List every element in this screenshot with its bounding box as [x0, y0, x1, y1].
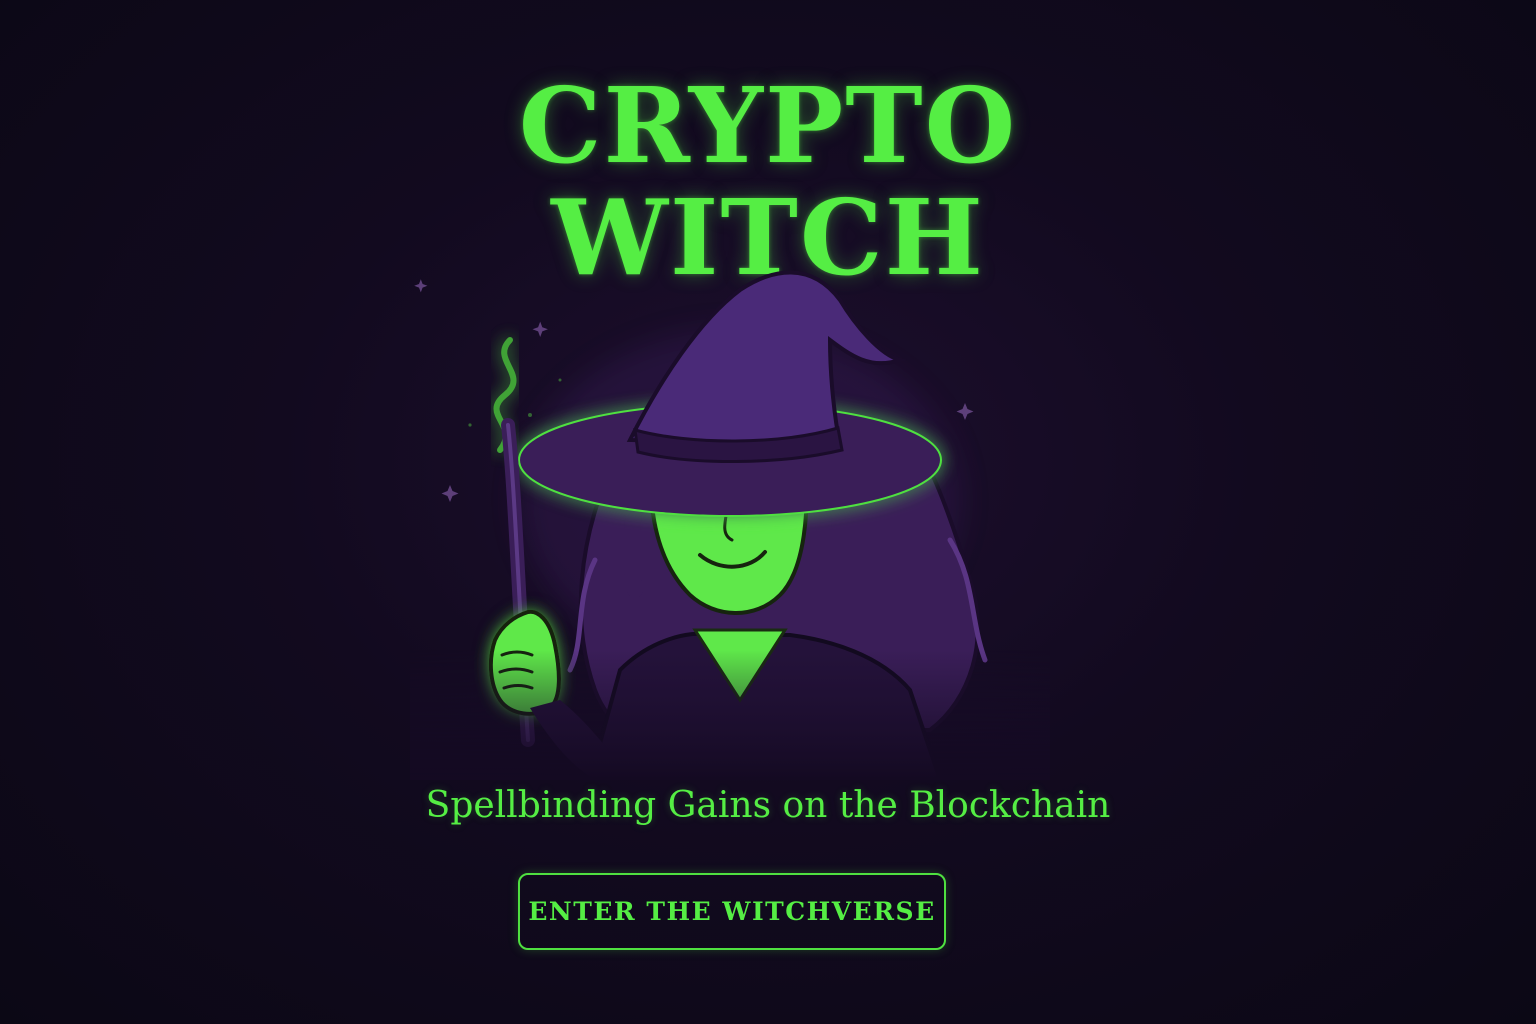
tagline: Spellbinding Gains on the Blockchain	[425, 785, 1111, 826]
witch-illustration	[410, 260, 1050, 780]
title-line-crypto: CRYPTO	[518, 64, 1018, 187]
landing-page: CRYPTO WITCH Spellbinding Gains on the B…	[0, 0, 1536, 1024]
enter-witchverse-button[interactable]: ENTER THE WITCHVERSE	[518, 873, 946, 950]
